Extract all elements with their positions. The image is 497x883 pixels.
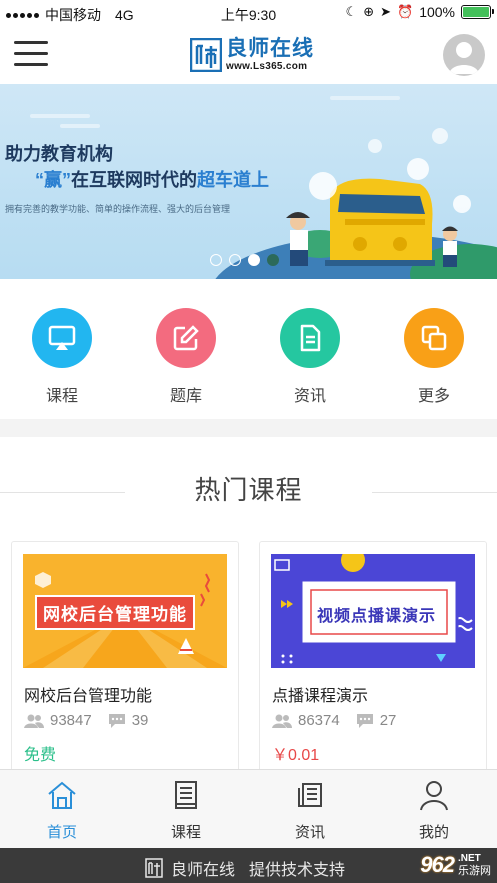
- carousel-dot[interactable]: [210, 254, 222, 266]
- carousel-dot[interactable]: [267, 254, 279, 266]
- quick-nav-label: 更多: [417, 388, 450, 405]
- carousel-dot-active[interactable]: [248, 254, 260, 266]
- user-silhouette-icon: [449, 42, 479, 74]
- course-card[interactable]: 网校后台管理功能 网校后台管理功能 93847 39 免费: [11, 541, 239, 769]
- course-thumbnail: 视频点播课演示: [271, 554, 475, 668]
- tab-news[interactable]: 资讯: [270, 778, 350, 842]
- quick-nav-icon-bg: [404, 308, 464, 368]
- logo-text: 良师在线 www.Ls365.com: [226, 36, 314, 73]
- promo-banner[interactable]: 助力教育机构 “赢”在互联网时代的超车道上 拥有完善的教学功能、简单的操作流程、…: [0, 84, 497, 279]
- course-thumbnail: 网校后台管理功能: [23, 554, 227, 668]
- alarm-icon: ⏰: [397, 4, 414, 19]
- section-title: 热门课程: [194, 475, 303, 505]
- watermark-number: 962: [420, 852, 455, 877]
- train-illustration: [325, 178, 435, 266]
- comment-count: 27: [379, 712, 397, 729]
- banner-title: 助力教育机构: [5, 144, 113, 164]
- comment-icon: [356, 713, 373, 728]
- quick-nav-icon-bg: [156, 308, 216, 368]
- status-right: ☾ ⊕ ➤ ⏰ 100%: [345, 4, 494, 20]
- student-count: 86374: [298, 712, 340, 729]
- quick-nav-news[interactable]: 资讯: [270, 308, 350, 406]
- tab-courses[interactable]: 课程: [146, 778, 226, 842]
- menu-button[interactable]: [14, 41, 48, 69]
- carousel-dot[interactable]: [229, 254, 241, 266]
- quick-nav-icon-bg: [32, 308, 92, 368]
- copy-icon: [421, 325, 447, 351]
- carousel-dots: [210, 254, 279, 266]
- quick-nav-more[interactable]: 更多: [394, 308, 474, 406]
- logo-mark-icon: [190, 38, 222, 72]
- course-title: 点播课程演示: [272, 688, 369, 705]
- home-icon: [48, 781, 76, 809]
- quick-nav-question-bank[interactable]: 题库: [146, 308, 226, 406]
- location-icon: ➤: [380, 4, 391, 19]
- watermark: 962 .NET 乐游网: [420, 852, 491, 878]
- tab-label: 我的: [418, 824, 449, 841]
- tab-bar: 首页 课程 资讯 我的: [0, 769, 497, 848]
- banner-title-line2: “赢”在互联网时代的超车道上: [35, 166, 269, 192]
- watermark-name: 乐游网: [458, 865, 491, 877]
- logo-url: www.Ls365.com: [226, 60, 308, 72]
- lock-rotation-icon: ⊕: [363, 4, 375, 19]
- student-count: 93847: [50, 712, 92, 729]
- airplay-icon: [48, 325, 76, 350]
- book-icon: [175, 781, 197, 809]
- tab-home[interactable]: 首页: [22, 778, 102, 842]
- thumbnail-caption: 网校后台管理功能: [35, 595, 195, 630]
- quick-nav-icon-bg: [280, 308, 340, 368]
- quick-nav-courses[interactable]: 课程: [22, 308, 102, 406]
- battery-icon: [461, 5, 494, 19]
- watermark-domain: .NET: [458, 853, 481, 864]
- students-icon: [24, 714, 44, 728]
- footer-brand: 良师在线: [171, 862, 236, 879]
- menu-bar: [14, 63, 48, 66]
- battery-percent: 100%: [419, 4, 455, 20]
- quick-nav-label: 课程: [45, 388, 78, 405]
- comment-count: 39: [131, 712, 149, 729]
- tab-label: 首页: [46, 824, 77, 841]
- document-icon: [300, 324, 321, 352]
- avatar[interactable]: [443, 34, 485, 76]
- watermark-text: .NET 乐游网: [458, 853, 491, 877]
- banner-strong: 超车道上: [197, 170, 269, 190]
- user-icon: [420, 781, 448, 811]
- hot-courses-section: 热门课程 网校后台管理功能 网校后台管理功能 93847 39 免费 视频点播课…: [0, 437, 497, 769]
- tab-mine[interactable]: 我的: [394, 778, 474, 842]
- menu-bar: [14, 52, 48, 55]
- comment-icon: [108, 713, 125, 728]
- divider-right: [372, 492, 497, 493]
- tab-label: 资讯: [294, 824, 325, 841]
- menu-bar: [14, 41, 48, 44]
- footer-text: 提供技术支持: [249, 862, 346, 879]
- students-icon: [272, 714, 292, 728]
- course-price: 免费: [24, 747, 57, 764]
- course-meta: 93847 39: [24, 712, 148, 729]
- course-title: 网校后台管理功能: [24, 688, 153, 705]
- quick-nav-label: 资讯: [293, 388, 326, 405]
- footer-logo-icon: [145, 858, 163, 878]
- course-price: ￥0.01: [272, 747, 320, 764]
- app-header: 良师在线 www.Ls365.com: [0, 26, 497, 84]
- quick-nav: 课程 题库 资讯 更多: [0, 279, 497, 419]
- person-right-illustration: [442, 226, 458, 267]
- status-bar: 中国移动 4G 上午9:30 ☾ ⊕ ➤ ⏰ 100%: [0, 0, 497, 26]
- logo-name: 良师在线: [226, 36, 314, 60]
- banner-mid: 在互联网时代的: [71, 170, 197, 190]
- banner-subtitle: 拥有完善的教学功能、简单的操作流程、强大的后台管理: [5, 204, 231, 214]
- banner-quote: “赢”: [35, 170, 71, 190]
- news-icon: [298, 783, 322, 807]
- moon-icon: ☾: [345, 4, 358, 19]
- app-logo: 良师在线 www.Ls365.com: [190, 34, 314, 76]
- quick-nav-label: 题库: [169, 388, 202, 405]
- footer-bar: 良师在线 提供技术支持 962 .NET 乐游网: [0, 848, 497, 883]
- course-card[interactable]: 视频点播课演示 点播课程演示 86374 27 ￥0.01: [259, 541, 487, 769]
- tab-label: 课程: [170, 824, 201, 841]
- footer-credit: 良师在线 提供技术支持: [145, 856, 345, 880]
- course-meta: 86374 27: [272, 712, 396, 729]
- thumbnail-caption: 视频点播课演示: [317, 608, 437, 625]
- edit-icon: [173, 325, 199, 351]
